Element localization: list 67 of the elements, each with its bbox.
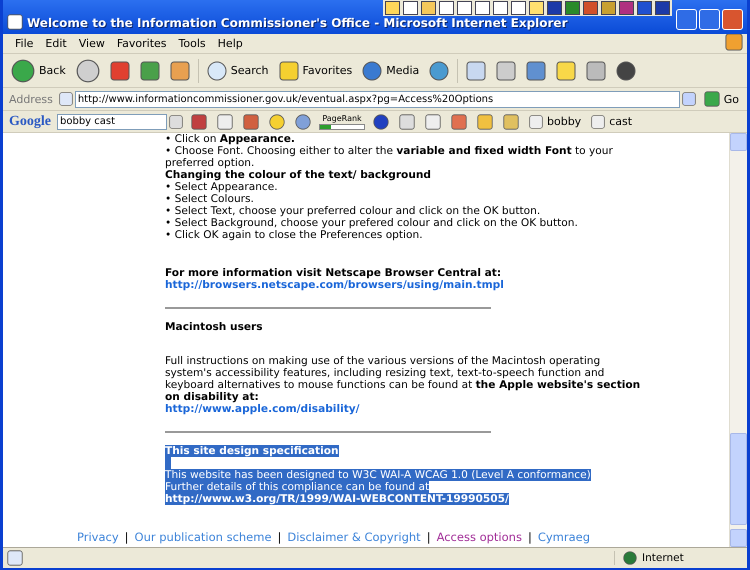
section-heading: This site design specification (165, 445, 339, 457)
link-separator: | (278, 530, 282, 544)
section-heading: For more information visit Netscape Browser Central at: (165, 267, 502, 279)
minimize-button[interactable] (676, 9, 697, 30)
footer-link[interactable]: Cymraeg (538, 530, 590, 544)
address-field[interactable]: http://www.informationcommissioner.gov.uk/eventual.aspx?pg=Access%20Options (74, 90, 680, 108)
binoculars-button[interactable] (189, 112, 209, 132)
text-link[interactable]: http://www.w3.org/TR/1999/WAI-WEBCONTENT-19990505/ (165, 493, 509, 505)
link-separator: | (528, 530, 532, 544)
menu-item[interactable]: View (72, 37, 111, 50)
maximize-button[interactable] (699, 9, 720, 30)
paragraph-text: • Select Colours. (165, 193, 254, 205)
scroll-thumb[interactable] (730, 433, 747, 525)
search-field[interactable]: bobby cast (57, 114, 167, 130)
mail-button[interactable] (464, 58, 488, 82)
footer-link[interactable]: Access options (436, 530, 522, 544)
media-button[interactable]: Media (360, 58, 422, 82)
paragraph-text: • Click on Appearance. (165, 133, 295, 145)
paragraph-text: • Click OK again to close the Preferences option. (165, 229, 423, 241)
go-button[interactable]: Go (702, 89, 741, 109)
stop-button[interactable] (108, 58, 132, 82)
search-term-button[interactable]: cast (589, 112, 634, 130)
search-button[interactable]: Search (204, 58, 271, 82)
paragraph-text: • Choose Font. Choosing either to alter the variable and fixed width Font to your preferred option. (165, 145, 614, 169)
google-logo: Google (9, 114, 51, 130)
text-link[interactable]: http://www.apple.com/disability/ (165, 403, 360, 415)
menu-item[interactable]: File (9, 37, 40, 50)
footer-link[interactable]: Disclaimer & Copyright (287, 530, 421, 544)
search-term-button[interactable]: bobby (527, 112, 584, 130)
paragraph-text: • Select Background, choose your prefered colour and click on the OK button. (165, 217, 578, 229)
picture-button[interactable] (449, 112, 469, 132)
refresh-button[interactable] (138, 58, 162, 82)
lightning-button[interactable] (584, 58, 608, 82)
printer-button[interactable] (494, 58, 518, 82)
paragraph-text: Further details of this compliance can be found at (165, 481, 430, 493)
favorites-button[interactable]: Favorites (276, 58, 354, 82)
window-title: Welcome to the Information Commissioner's Office - Microsoft Internet Explorer (27, 16, 568, 30)
page-button[interactable] (423, 112, 443, 132)
folder-button[interactable] (475, 112, 495, 132)
paragraph-text: • Select Appearance. (165, 181, 278, 193)
pen-button[interactable] (501, 112, 521, 132)
footer-link[interactable]: Privacy (77, 530, 119, 544)
paragraph-text: • Select Text, choose your preferred colour and click on the OK button. (165, 205, 540, 217)
news-button[interactable] (241, 112, 261, 132)
section-heading: Changing the colour of the text/ background (165, 169, 432, 181)
section-heading: Macintosh users (165, 321, 263, 333)
menu-item[interactable]: Edit (39, 37, 73, 50)
menu-item[interactable]: Tools (172, 37, 212, 50)
windows-button[interactable] (397, 112, 417, 132)
text-link[interactable]: http://browsers.netscape.com/browsers/using/main.tmpl (165, 279, 504, 291)
footer-link[interactable]: Our publication scheme (134, 530, 272, 544)
zone-label: Internet (642, 552, 684, 564)
scrollbar[interactable] (729, 133, 747, 547)
address-label: Address (9, 92, 53, 106)
home-button[interactable] (168, 58, 192, 82)
back-button[interactable]: Back (9, 56, 68, 84)
menu-item[interactable]: Help (212, 37, 249, 50)
edit-button[interactable] (524, 58, 548, 82)
link-separator: | (124, 530, 129, 544)
highlight-button[interactable] (215, 112, 235, 132)
paragraph-text: Full instructions on making use of the various versions of the Macintosh operating system's accessibility features, including resizing text, text-to-speech function and keyboard alternatives to mouse functions can be found at the Apple website's section on disability at: (165, 355, 642, 403)
pagerank-label: PageRank (322, 114, 362, 122)
paragraph-text: This website has been designed to W3C WAI-A WCAG 1.0 (Level A conformance) (165, 469, 591, 481)
menu-item[interactable]: Favorites (110, 37, 173, 50)
note-button[interactable] (554, 58, 578, 82)
link-separator: | (426, 530, 431, 544)
close-button[interactable] (722, 9, 743, 30)
